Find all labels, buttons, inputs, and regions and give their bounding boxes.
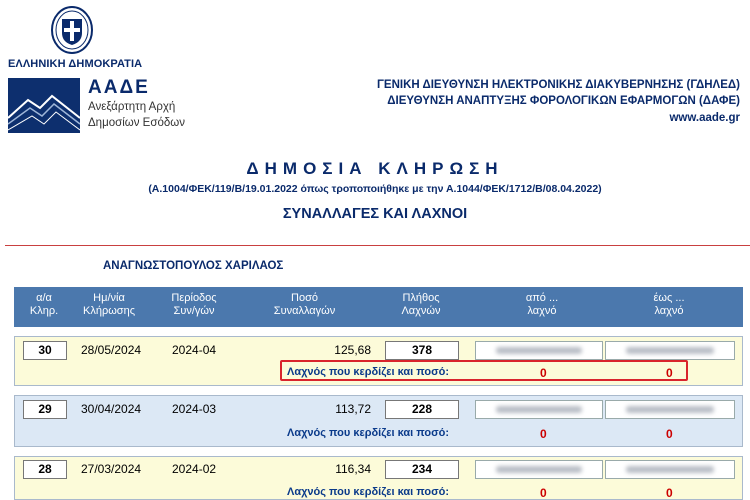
winning-ticket-label: Λαχνός που κερδίζει και ποσό: bbox=[287, 427, 450, 439]
draw-number: 30 bbox=[23, 341, 67, 360]
header-aa: α/α Κληρ. bbox=[29, 292, 59, 317]
header-to: έως ... λαχνό bbox=[653, 292, 685, 317]
winning-amount: 0 bbox=[666, 486, 673, 500]
legal-reference: (Α.1004/ΦΕΚ/119/Β/19.01.2022 όπως τροποπ… bbox=[148, 183, 602, 195]
draw-number: 28 bbox=[23, 460, 67, 479]
header-date: Ημ/νία Κλήρωσης bbox=[82, 292, 135, 317]
winning-ticket: 0 bbox=[540, 427, 547, 441]
amount: 116,34 bbox=[335, 462, 371, 476]
winning-ticket-label: Λαχνός που κερδίζει και ποσό: bbox=[287, 486, 450, 498]
ticket-count: 234 bbox=[385, 460, 459, 479]
draw-number: 29 bbox=[23, 400, 67, 419]
amount: 113,72 bbox=[335, 402, 371, 416]
aade-subtitle-2: Δημοσίων Εσόδων bbox=[88, 117, 185, 129]
section-title: ΣΥΝΑΛΛΑΓΕΣ ΚΑΙ ΛΑΧΝΟΙ bbox=[282, 206, 468, 222]
draw-date: 28/05/2024 bbox=[81, 343, 142, 357]
winning-ticket: 0 bbox=[540, 486, 547, 500]
website-link[interactable]: www.aade.gr bbox=[669, 112, 740, 124]
divider bbox=[5, 245, 750, 246]
from-ticket-redacted bbox=[475, 400, 603, 419]
table-row: 29 30/04/2024 2024-03 113,72 228 Λαχνός … bbox=[14, 395, 743, 447]
ticket-count: 378 bbox=[385, 341, 459, 360]
republic-label: ΕΛΛΗΝΙΚΗ ΔΗΜΟΚΡΑΤΙΑ bbox=[8, 58, 143, 70]
person-name: ΑΝΑΓΝΩΣΤΟΠΟΥΛΟΣ ΧΑΡΙΛΑΟΣ bbox=[103, 260, 284, 272]
header-period: Περίοδος Συν/γών bbox=[171, 292, 217, 317]
aade-subtitle-1: Ανεξάρτητη Αρχή bbox=[88, 101, 176, 113]
header-count: Πλήθος Λαχνών bbox=[401, 292, 441, 317]
header-amount: Ποσό Συναλλαγών bbox=[273, 292, 336, 317]
from-ticket-redacted bbox=[475, 341, 603, 360]
aade-brand-name: ΑΑΔΕ bbox=[88, 77, 150, 98]
directorate-line-1: ΓΕΝΙΚΗ ΔΙΕΥΘΥΝΣΗ ΗΛΕΚΤΡΟΝΙΚΗΣ ΔΙΑΚΥΒΕΡΝΗ… bbox=[377, 79, 740, 91]
period: 2024-04 bbox=[172, 343, 217, 357]
directorate-line-2: ΔΙΕΥΘΥΝΣΗ ΑΝΑΠΤΥΞΗΣ ΦΟΡΟΛΟΓΙΚΩΝ ΕΦΑΡΜΟΓΩ… bbox=[387, 95, 740, 107]
period: 2024-03 bbox=[172, 402, 217, 416]
to-ticket-redacted bbox=[605, 341, 735, 360]
to-ticket-redacted bbox=[605, 400, 735, 419]
amount: 125,68 bbox=[334, 343, 371, 357]
header-from: από ... λαχνό bbox=[525, 292, 559, 317]
ticket-count: 228 bbox=[385, 400, 459, 419]
table-row: 28 27/03/2024 2024-02 116,34 234 Λαχνός … bbox=[14, 456, 743, 500]
aade-logo-icon bbox=[8, 78, 80, 133]
period: 2024-02 bbox=[172, 462, 217, 476]
table-header: α/α Κληρ. Ημ/νία Κλήρωσης Περίοδος Συν/γών … bbox=[14, 287, 743, 327]
winning-amount: 0 bbox=[666, 427, 673, 441]
page-title: ΔΗΜΟΣΙΑ ΚΛΗΡΩΣΗ bbox=[246, 159, 504, 178]
highlight-box bbox=[280, 360, 688, 381]
draw-date: 30/04/2024 bbox=[81, 402, 142, 416]
coat-of-arms-icon bbox=[51, 6, 93, 54]
draw-date: 27/03/2024 bbox=[81, 462, 142, 476]
from-ticket-redacted bbox=[475, 460, 603, 479]
to-ticket-redacted bbox=[605, 460, 735, 479]
